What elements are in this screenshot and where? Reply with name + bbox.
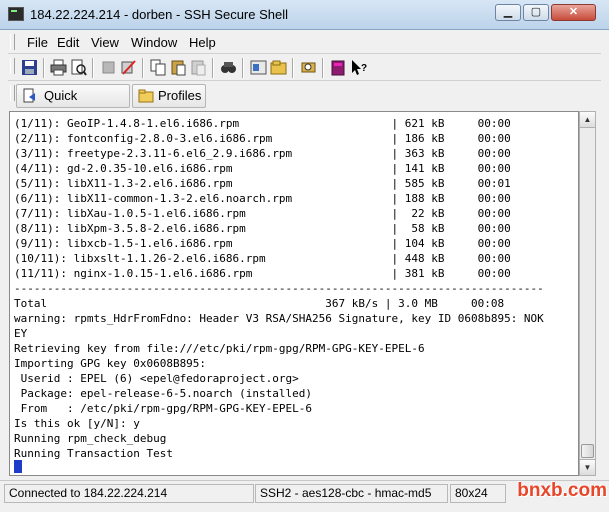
quick-connect-button[interactable]: Quick Connect xyxy=(16,84,130,125)
folder-icon xyxy=(138,89,154,103)
connection-status: Connected to 184.22.224.214 xyxy=(4,484,254,503)
site-watermark: bnxb.com xyxy=(517,480,607,501)
toolbar-separator xyxy=(242,58,244,78)
context-help-icon[interactable]: ? xyxy=(350,59,367,76)
window-title: 184.22.224.214 - dorben - SSH Secure She… xyxy=(30,7,289,22)
terminal-line: EY xyxy=(14,327,28,340)
profiles-icon[interactable] xyxy=(270,59,287,76)
terminal-line: (5/11): libX11-1.3-2.el6.i686.rpm | 585 … xyxy=(14,177,511,190)
toolbar-separator xyxy=(142,58,144,78)
terminal-cursor xyxy=(14,460,22,473)
ssh-terminal-app-icon[interactable] xyxy=(8,7,24,21)
svg-text:?: ? xyxy=(361,63,367,74)
terminal-line: (2/11): fontconfig-2.8.0-3.el6.i686.rpm … xyxy=(14,132,511,145)
terminal-line: Retrieving key from file:///etc/pki/rpm-… xyxy=(14,342,425,355)
scroll-thumb[interactable] xyxy=(581,444,594,458)
terminal-output[interactable]: (1/11): GeoIP-1.4.8-1.el6.i686.rpm | 621… xyxy=(9,111,579,476)
paste-icon[interactable] xyxy=(170,59,187,76)
copy-icon[interactable] xyxy=(150,59,167,76)
terminal-line: (9/11): libxcb-1.5-1.el6.i686.rpm | 104 … xyxy=(14,237,511,250)
sftp-icon[interactable] xyxy=(300,59,317,76)
connect-icon[interactable] xyxy=(120,59,137,76)
terminal-line: (8/11): libXpm-3.5.8-2.el6.i686.rpm | 58… xyxy=(14,222,511,235)
terminal-line: Package: epel-release-6-5.noarch (instal… xyxy=(14,387,313,400)
toolbar-separator xyxy=(322,58,324,78)
terminal-size-status: 80x24 xyxy=(450,484,506,503)
toolbar-separator xyxy=(212,58,214,78)
profiles-button[interactable]: Profiles xyxy=(132,84,206,108)
menu-view[interactable]: View xyxy=(91,35,119,50)
print-preview-icon[interactable] xyxy=(70,59,87,76)
vertical-scrollbar[interactable]: ▲ ▼ xyxy=(579,111,596,476)
menu-help[interactable]: Help xyxy=(189,35,216,50)
toolbar-separator xyxy=(292,58,294,78)
menu-bar: File Edit View Window Help xyxy=(8,31,601,54)
menu-window[interactable]: Window xyxy=(131,35,177,50)
terminal-line: Is this ok [y/N]: y xyxy=(14,417,140,430)
terminal-line: ----------------------------------------… xyxy=(14,282,544,295)
terminal-line: (4/11): gd-2.0.35-10.el6.i686.rpm | 141 … xyxy=(14,162,511,175)
terminal-line: (6/11): libX11-common-1.3-2.el6.noarch.r… xyxy=(14,192,511,205)
terminal-line: warning: rpmts_HdrFromFdno: Header V3 RS… xyxy=(14,312,544,325)
minimize-button[interactable]: ▁ xyxy=(495,4,521,21)
quickbar-grip[interactable] xyxy=(10,85,15,101)
terminal-line: (10/11): libxslt-1.1.26-2.el6.i686.rpm |… xyxy=(14,252,511,265)
menu-edit[interactable]: Edit xyxy=(57,35,79,50)
paste-disabled-icon[interactable] xyxy=(190,59,207,76)
save-icon[interactable] xyxy=(21,59,38,76)
terminal-line: Running rpm_check_debug xyxy=(14,432,167,445)
title-bar: 184.22.224.214 - dorben - SSH Secure She… xyxy=(0,0,609,30)
toolbar-separator xyxy=(92,58,94,78)
help-book-icon[interactable] xyxy=(330,59,347,76)
terminal-line: (1/11): GeoIP-1.4.8-1.el6.i686.rpm | 621… xyxy=(14,117,511,130)
terminal-line: (3/11): freetype-2.3.11-6.el6_2.9.i686.r… xyxy=(14,147,511,160)
quick-connect-icon xyxy=(23,88,35,103)
terminal-line: (7/11): libXau-1.0.5-1.el6.i686.rpm | 22… xyxy=(14,207,511,220)
close-button[interactable]: ✕ xyxy=(551,4,596,21)
toolbar-separator xyxy=(43,58,45,78)
menu-file[interactable]: File xyxy=(27,35,48,50)
print-icon[interactable] xyxy=(50,59,67,76)
terminal-line: Running Transaction Test xyxy=(14,447,173,460)
quick-connect-bar: Quick Connect Profiles xyxy=(8,82,601,125)
toolbar-grip[interactable] xyxy=(10,58,15,74)
maximize-button[interactable]: ▢ xyxy=(523,4,549,21)
terminal-line: Importing GPG key 0x0608B895: xyxy=(14,357,207,370)
menu-grip[interactable] xyxy=(10,34,15,50)
scroll-down-button[interactable]: ▼ xyxy=(580,459,595,475)
terminal-line: Userid : EPEL (6) <epel@fedoraproject.or… xyxy=(14,372,299,385)
terminal-line: From : /etc/pki/rpm-gpg/RPM-GPG-KEY-EPEL… xyxy=(14,402,313,415)
terminal-line: Total 367 kB/s | 3.0 MB 00:08 xyxy=(14,297,505,310)
disconnect-icon[interactable] xyxy=(100,59,117,76)
find-icon[interactable] xyxy=(220,59,237,76)
toolbar: ? xyxy=(8,55,601,81)
cipher-status: SSH2 - aes128-cbc - hmac-md5 xyxy=(255,484,448,503)
terminal-line: (11/11): nginx-1.0.15-1.el6.i686.rpm | 3… xyxy=(14,267,511,280)
scroll-up-button[interactable]: ▲ xyxy=(580,112,595,128)
settings-icon[interactable] xyxy=(250,59,267,76)
profiles-label: Profiles xyxy=(158,88,202,103)
